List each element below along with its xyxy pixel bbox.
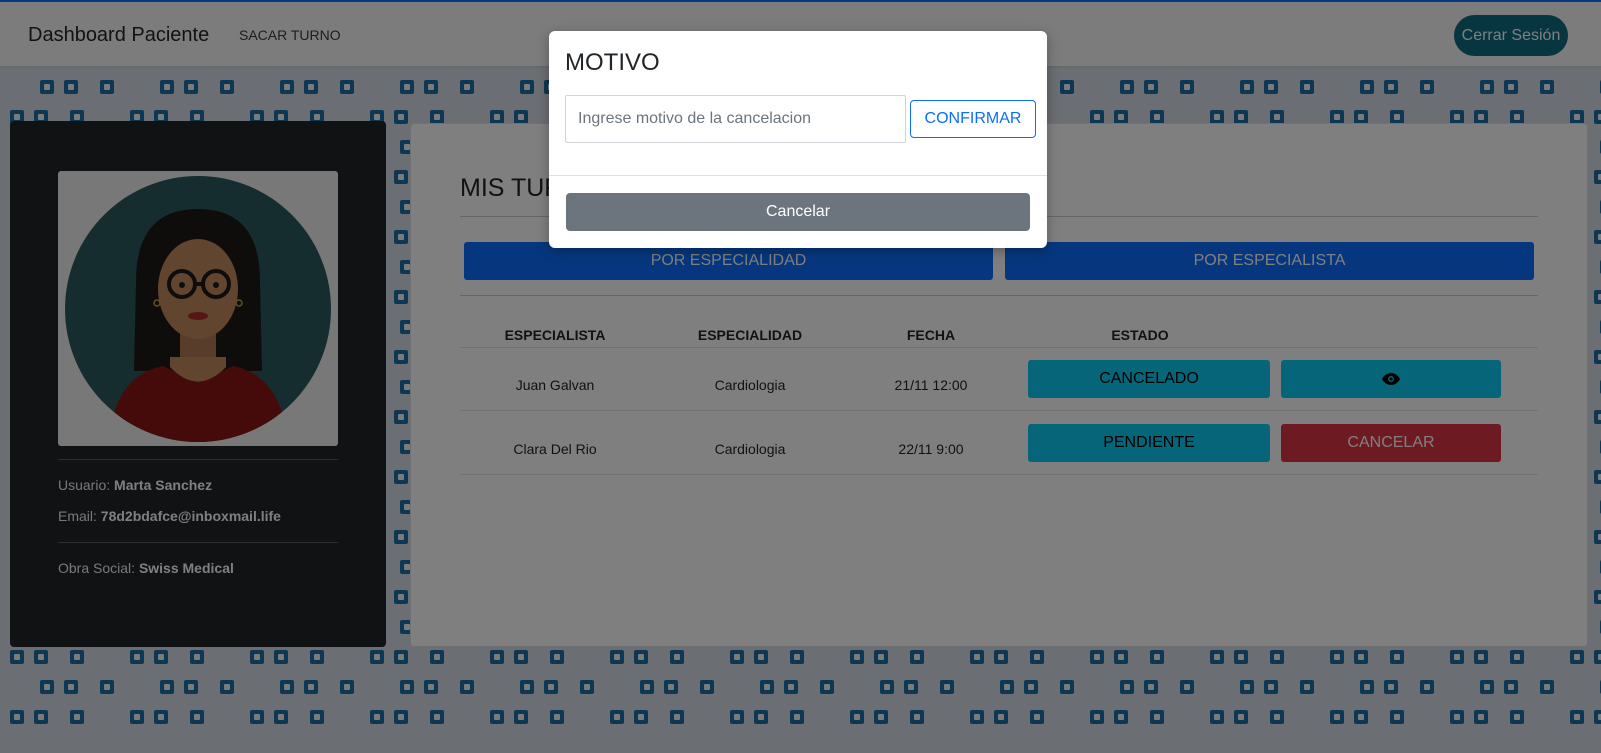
modal-title: MOTIVO: [565, 49, 660, 76]
modal-divider: [549, 175, 1047, 176]
cancel-reason-modal: MOTIVO CONFIRMAR Cancelar: [549, 31, 1047, 248]
cancel-reason-input[interactable]: [565, 95, 906, 143]
modal-cancel-button[interactable]: Cancelar: [566, 193, 1030, 231]
confirm-button[interactable]: CONFIRMAR: [910, 100, 1036, 138]
